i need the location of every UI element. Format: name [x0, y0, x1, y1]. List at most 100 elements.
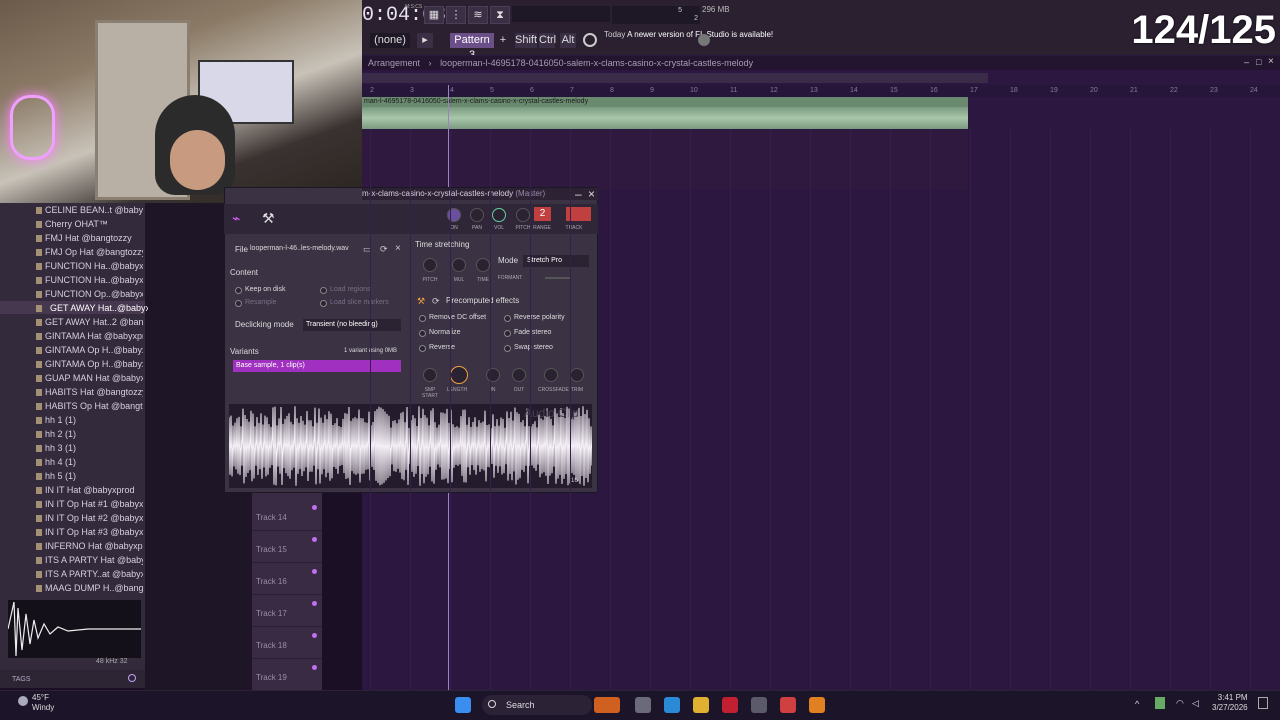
- play-pattern-icon[interactable]: ▸: [417, 33, 433, 48]
- close-icon[interactable]: ×: [1268, 56, 1274, 67]
- browser-item[interactable]: FMJ Hat @bangtozzy: [45, 233, 143, 243]
- add-pattern-icon[interactable]: +: [497, 33, 509, 48]
- chevron-up-icon[interactable]: ^: [1135, 699, 1139, 709]
- browser-item[interactable]: hh 1 (1): [45, 415, 143, 425]
- keep-on-disk-radio[interactable]: [235, 287, 242, 294]
- snap-selector[interactable]: (none): [370, 33, 410, 48]
- widget-icon[interactable]: [594, 697, 620, 713]
- track-indicator-dot[interactable]: [312, 665, 317, 670]
- resample-radio[interactable]: [235, 300, 242, 307]
- track-header[interactable]: Track 16: [252, 563, 322, 595]
- audio-clip-header[interactable]: man-l-4695178-0416050-salem-x-clams-casi…: [362, 97, 968, 107]
- track-header[interactable]: Track 15: [252, 531, 322, 563]
- browser-item[interactable]: GINTAMA Op H..@babyxprod: [45, 345, 143, 355]
- browser-item[interactable]: HABITS Op Hat @bangtozzy: [45, 401, 143, 411]
- pattern-selector[interactable]: Pattern 3: [450, 33, 494, 61]
- taskbar-search[interactable]: Search: [482, 695, 592, 715]
- vol-knob[interactable]: [492, 208, 506, 222]
- variant-item[interactable]: Base sample, 1 clip(s): [233, 360, 401, 372]
- wrench-icon[interactable]: ⚒: [262, 210, 275, 227]
- step-seq-icon[interactable]: ⋮: [446, 6, 466, 24]
- browser-item[interactable]: IN IT Op Hat #3 @babyxprod: [45, 527, 143, 537]
- file-name-field[interactable]: looperman-l-46..les-melody.wav: [250, 245, 349, 252]
- track-indicator-dot[interactable]: [312, 601, 317, 606]
- envelope-knob[interactable]: [570, 368, 584, 382]
- close-icon[interactable]: ×: [588, 187, 595, 201]
- browser-item[interactable]: ITS A PARTY..at @babyxprod: [45, 569, 143, 579]
- envelope-knob[interactable]: [486, 368, 500, 382]
- ctrl-key-button[interactable]: Ctrl: [539, 33, 556, 48]
- stretch-mode-select[interactable]: Stretch Pro: [523, 255, 589, 267]
- refresh-icon[interactable]: ⟳: [380, 244, 388, 255]
- track-header[interactable]: Track 18: [252, 627, 322, 659]
- alt-key-button[interactable]: Alt: [560, 33, 576, 48]
- update-notice[interactable]: Today A newer version of FL Studio is av…: [604, 30, 773, 40]
- track-header[interactable]: Track 14: [252, 499, 322, 531]
- windows-start-icon[interactable]: [455, 697, 471, 713]
- effect-checkbox[interactable]: [504, 330, 511, 337]
- browser-item[interactable]: FUNCTION Ha..@babyxprod: [45, 261, 143, 271]
- waveform-zoom[interactable]: 16: [571, 478, 578, 484]
- browser-item[interactable]: hh 3 (1): [45, 443, 143, 453]
- minimize-icon[interactable]: –: [1244, 57, 1249, 67]
- browser-item[interactable]: MAAG DUMP H..@bangtozzy: [45, 583, 143, 593]
- clear-file-icon[interactable]: ×: [395, 243, 401, 254]
- browser-item[interactable]: ITS A PARTY Hat @babyxprod: [45, 555, 143, 565]
- envelope-knob[interactable]: [544, 368, 558, 382]
- playlist-scrollbar[interactable]: [362, 73, 988, 83]
- browser-item[interactable]: INFERNO Hat @babyxprod: [45, 541, 143, 551]
- chrome-icon[interactable]: [780, 697, 796, 713]
- track-indicator-dot[interactable]: [312, 537, 317, 542]
- file-explorer-icon[interactable]: [693, 697, 709, 713]
- track-indicator-dot[interactable]: [312, 505, 317, 510]
- stretch-knob[interactable]: [452, 258, 466, 272]
- audio-clip-waveform[interactable]: [362, 107, 968, 129]
- tags-bar[interactable]: TAGS: [0, 670, 145, 688]
- track-indicator-dot[interactable]: [312, 569, 317, 574]
- browser-item[interactable]: Cherry OHAT™: [45, 219, 143, 229]
- formant-slider[interactable]: [545, 277, 571, 279]
- browser-item[interactable]: GINTAMA Hat @babyxprod: [45, 331, 143, 341]
- browser-item[interactable]: hh 5 (1): [45, 471, 143, 481]
- timeline-ruler[interactable]: 2 3 4 5 6 7 8 9 10 11 12 13 14 15 16 17 18 19 20 21 22 23 24: [362, 85, 1280, 97]
- browser-item[interactable]: IN IT Op Hat #1 @babyxprod: [45, 499, 143, 509]
- minimize-icon[interactable]: –: [575, 187, 582, 201]
- track-indicator-dot[interactable]: [312, 633, 317, 638]
- stretch-knob[interactable]: [476, 258, 490, 272]
- browser-item[interactable]: FMJ Op Hat @bangtozzy: [45, 247, 143, 257]
- weather-widget[interactable]: 45°F Windy: [32, 693, 54, 713]
- mixer-icon[interactable]: ≋: [468, 6, 488, 24]
- declicking-mode-select[interactable]: Transient (no bleeding): [303, 319, 401, 331]
- metronome-icon[interactable]: ⧗: [490, 6, 510, 24]
- effect-checkbox[interactable]: [504, 345, 511, 352]
- browser-item[interactable]: IN IT Op Hat #2 @babyxprod: [45, 513, 143, 523]
- browser-item[interactable]: IN IT Hat @babyxprod: [45, 485, 143, 495]
- volume-icon[interactable]: ◁: [1192, 698, 1199, 709]
- fl-studio-icon[interactable]: [809, 697, 825, 713]
- load-slice-markers-radio[interactable]: [320, 300, 327, 307]
- track-header[interactable]: Track 19: [252, 659, 322, 691]
- search-icon[interactable]: [128, 674, 136, 682]
- notification-icon[interactable]: [1258, 697, 1268, 709]
- refresh-icon[interactable]: ⟳: [432, 296, 440, 307]
- effect-checkbox[interactable]: [504, 315, 511, 322]
- pitch-knob[interactable]: [516, 208, 530, 222]
- browser-item[interactable]: hh 4 (1): [45, 457, 143, 467]
- tray-app-icon[interactable]: [1155, 697, 1165, 709]
- wifi-icon[interactable]: ◠: [1176, 698, 1184, 709]
- maximize-icon[interactable]: □: [1256, 57, 1261, 67]
- task-view-icon[interactable]: [635, 697, 651, 713]
- envelope-knob[interactable]: [512, 368, 526, 382]
- edge-icon[interactable]: [664, 697, 680, 713]
- piano-roll-icon[interactable]: ▦: [424, 6, 444, 24]
- track-lanes[interactable]: [362, 130, 968, 190]
- taskbar-clock[interactable]: 3:41 PM 3/27/2026: [1212, 693, 1248, 713]
- pan-knob[interactable]: [470, 208, 484, 222]
- effect-checkbox[interactable]: [419, 315, 426, 322]
- browser-item[interactable]: GUAP MAN Hat @babyxprod: [45, 373, 143, 383]
- globe-icon[interactable]: [698, 34, 710, 46]
- stretch-knob[interactable]: [423, 258, 437, 272]
- sample-wave-icon[interactable]: ⌁: [232, 210, 240, 227]
- browser-item[interactable]: CELINE BEAN..t @babyxprod: [45, 205, 143, 215]
- browser-item[interactable]: FUNCTION Op..@babyxprod: [45, 289, 143, 299]
